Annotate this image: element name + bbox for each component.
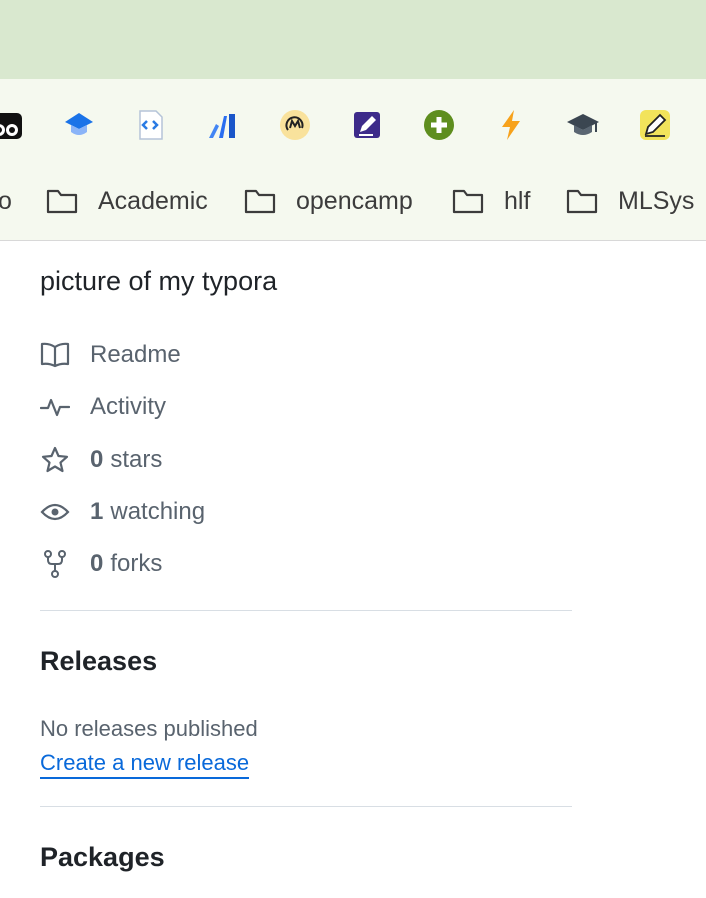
folder-icon xyxy=(566,189,598,214)
bookmark-folder-opencamp[interactable]: opencamp xyxy=(244,182,413,220)
bookmark-label: hlf xyxy=(504,186,531,215)
releases-heading[interactable]: Releases xyxy=(40,646,157,677)
section-divider xyxy=(40,610,572,611)
code-file-icon[interactable] xyxy=(134,107,168,143)
activity-link[interactable]: Activity xyxy=(40,389,166,425)
stars-count: 0 xyxy=(90,446,104,473)
eye-icon xyxy=(40,497,70,527)
folder-icon xyxy=(452,189,484,214)
book-icon xyxy=(40,340,70,370)
fork-icon xyxy=(40,549,70,579)
pen-yellow-icon[interactable] xyxy=(638,107,672,143)
folder-icon xyxy=(244,189,276,214)
folder-icon xyxy=(46,189,78,214)
watching-label: watching xyxy=(110,498,206,525)
bar-chart-icon[interactable] xyxy=(206,107,240,143)
forks-count: 0 xyxy=(90,550,104,577)
graduation-cap-blue-icon[interactable] xyxy=(62,107,96,143)
forks-link[interactable]: 0 forks xyxy=(40,546,162,582)
readme-label: Readme xyxy=(90,341,181,368)
create-release-link[interactable]: Create a new release xyxy=(40,750,250,779)
stars-label: stars xyxy=(110,446,163,473)
pulse-icon xyxy=(40,392,70,422)
bookmark-folder-academic[interactable]: Academic xyxy=(46,182,208,220)
activity-label: Activity xyxy=(90,393,167,420)
plus-circle-icon[interactable] xyxy=(422,107,456,143)
forks-label: forks xyxy=(110,550,163,577)
edit-note-icon[interactable] xyxy=(350,107,384,143)
m-badge-icon[interactable] xyxy=(278,107,312,143)
repo-description: picture of my typora xyxy=(40,266,278,296)
watching-count: 1 xyxy=(90,498,104,525)
stars-link[interactable]: 0 stars xyxy=(40,442,162,478)
bookmark-partial[interactable]: o xyxy=(0,182,12,220)
browser-title-bar xyxy=(0,0,706,79)
readme-link[interactable]: Readme xyxy=(40,337,181,373)
bookmark-folder-hlf[interactable]: hlf xyxy=(452,182,530,220)
bookmark-label: opencamp xyxy=(296,186,413,215)
section-divider xyxy=(40,806,572,807)
star-icon xyxy=(40,445,70,475)
bookmark-folder-mlsys[interactable]: MLSys xyxy=(566,182,694,220)
bookmark-label: Academic xyxy=(98,186,208,215)
mortarboard-icon[interactable] xyxy=(566,107,600,143)
owl-extension-icon[interactable] xyxy=(0,107,22,143)
packages-heading[interactable]: Packages xyxy=(40,842,165,873)
bookmark-label: o xyxy=(0,186,12,215)
lightning-icon[interactable] xyxy=(494,107,528,143)
no-releases-text: No releases published xyxy=(40,716,258,741)
watching-link[interactable]: 1 watching xyxy=(40,494,205,530)
bookmark-label: MLSys xyxy=(618,186,695,215)
